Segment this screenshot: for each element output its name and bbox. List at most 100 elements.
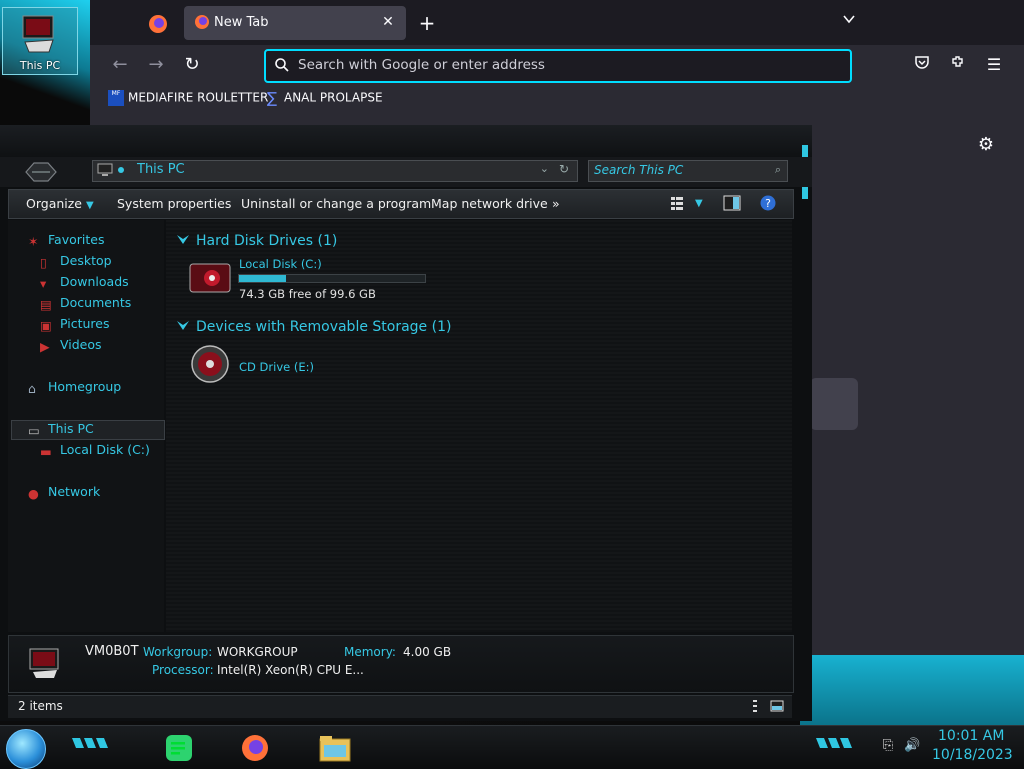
reload-icon[interactable]: ↻	[180, 53, 204, 77]
notepad-app-icon[interactable]	[160, 731, 198, 765]
nav-this-pc[interactable]: ▭ This PC	[28, 421, 94, 438]
breadcrumb-dot-icon	[118, 167, 124, 173]
help-icon[interactable]: ?	[759, 194, 777, 212]
address-box[interactable]: This PC ⌄ ↻	[92, 160, 578, 182]
nav-pictures[interactable]: ▣ Pictures	[40, 316, 110, 333]
computer-icon	[29, 648, 59, 678]
tab-strip: New Tab ✕ +	[90, 0, 1024, 45]
processor-label: Processor:	[152, 663, 214, 677]
mediafire-icon: MF	[108, 90, 124, 106]
downloads-icon: ▾	[40, 276, 47, 291]
large-icons-view-icon[interactable]	[770, 699, 784, 713]
content-pane: Hard Disk Drives (1) Local Disk (C:) 74.…	[166, 220, 792, 632]
more-commands-button[interactable]: »	[552, 196, 560, 211]
bookmark-mediafire[interactable]: MF MEDIAFIRE ROULETTER	[108, 90, 268, 108]
explorer-title-frame[interactable]	[0, 125, 812, 158]
nav-videos[interactable]: ▶ Videos	[40, 337, 102, 354]
breadcrumb: This PC	[137, 162, 185, 177]
preview-pane-icon[interactable]	[723, 194, 741, 212]
details-pane: VM0B0T Workgroup: WORKGROUP Memory: 4.00…	[8, 635, 794, 693]
file-explorer-taskbar-icon[interactable]	[316, 731, 354, 765]
address-bar-placeholder: Search with Google or enter address	[298, 57, 545, 73]
nav-homegroup[interactable]: ⌂ Homegroup	[28, 379, 121, 396]
star-icon: ✶	[28, 234, 39, 249]
nav-downloads[interactable]: ▾ Downloads	[40, 274, 129, 291]
chevron-down-icon	[177, 321, 189, 330]
start-button[interactable]	[6, 729, 46, 769]
map-network-drive-button[interactable]: Map network drive	[431, 196, 548, 211]
search-placeholder: Search This PC	[594, 163, 684, 177]
organize-button[interactable]: Organize ▼	[26, 196, 94, 211]
new-tab-button[interactable]: +	[416, 12, 438, 34]
nav-desktop[interactable]: ▯ Desktop	[40, 253, 112, 270]
view-options-icon[interactable]	[669, 194, 687, 212]
firefox-icon	[195, 15, 209, 29]
taskbar-decoration-icon	[816, 738, 852, 748]
computer-icon	[97, 163, 113, 176]
navigation-toolbar: ← → ↻ Search with Google or enter addres…	[90, 45, 1024, 85]
computer-icon: ▭	[28, 423, 40, 438]
chevron-down-icon[interactable]: ▼	[695, 198, 703, 209]
bookmark-sigma[interactable]: ∑ ANAL PROLAPSE	[264, 90, 383, 108]
item-count: 2 items	[18, 699, 63, 713]
search-input[interactable]: Search This PC ⌕	[588, 160, 788, 182]
details-view-icon[interactable]	[748, 699, 762, 713]
uninstall-program-button[interactable]: Uninstall or change a program	[241, 196, 431, 211]
pocket-icon[interactable]	[910, 53, 934, 77]
status-bar: 2 items	[8, 695, 792, 718]
shortcut-tile[interactable]	[810, 378, 858, 430]
drive-c-free-space: 74.3 GB free of 99.6 GB	[239, 287, 376, 301]
close-icon[interactable]: ✕	[378, 12, 398, 32]
bookmark-label: MEDIAFIRE ROULETTER	[128, 90, 269, 105]
desktop-icon: ▯	[40, 255, 47, 270]
explorer-logo-icon	[25, 162, 57, 182]
address-bar[interactable]: Search with Google or enter address	[264, 49, 852, 83]
clock-date[interactable]: 10/18/2023	[932, 747, 1013, 763]
desktop-icon-label: This PC	[19, 59, 61, 72]
hard-drive-icon	[189, 263, 231, 293]
group-hard-disk-drives[interactable]: Hard Disk Drives (1)	[176, 232, 337, 249]
clock-time[interactable]: 10:01 AM	[938, 728, 1004, 744]
network-icon: ●	[28, 486, 39, 501]
nav-network[interactable]: ● Network	[28, 484, 100, 501]
search-icon: ⌕	[774, 163, 781, 176]
nav-local-disk[interactable]: ▬ Local Disk (C:)	[40, 442, 150, 459]
drive-icon: ▬	[40, 444, 52, 459]
group-removable-storage[interactable]: Devices with Removable Storage (1)	[176, 318, 451, 335]
firefox-icon[interactable]	[144, 10, 172, 38]
extensions-icon[interactable]	[946, 53, 970, 77]
forward-arrow-icon[interactable]: →	[144, 53, 168, 77]
gear-icon[interactable]: ⚙	[976, 135, 996, 155]
memory-label: Memory:	[344, 645, 396, 659]
search-icon	[275, 58, 289, 72]
nav-documents[interactable]: ▤ Documents	[40, 295, 131, 312]
navigation-pane: ✶ Favorites ▯ Desktop ▾ Downloads ▤ Document…	[8, 220, 165, 632]
drive-c-name[interactable]: Local Disk (C:)	[239, 257, 322, 271]
menu-icon[interactable]: ☰	[982, 53, 1006, 77]
chevron-down-icon: ▼	[85, 200, 94, 211]
drive-e-name[interactable]: CD Drive (E:)	[239, 360, 314, 374]
desktop-icon-this-pc[interactable]: This PC	[2, 7, 78, 75]
chevron-down-icon[interactable]	[842, 12, 862, 32]
sigma-icon: ∑	[266, 89, 278, 107]
desktop-wallpaper-accent-bottom	[800, 650, 1024, 730]
nav-favorites[interactable]: ✶ Favorites	[28, 232, 104, 249]
homegroup-icon: ⌂	[28, 381, 36, 396]
tab-new-tab[interactable]: New Tab ✕	[184, 6, 406, 40]
tab-title: New Tab	[214, 15, 269, 30]
bookmark-label: ANAL PROLAPSE	[284, 90, 383, 105]
refresh-icon[interactable]: ↻	[559, 162, 569, 176]
system-properties-button[interactable]: System properties	[117, 196, 231, 211]
firefox-taskbar-icon[interactable]	[236, 731, 274, 765]
volume-icon[interactable]: 🔊	[904, 738, 920, 754]
network-tray-icon[interactable]: ⎘	[880, 738, 896, 754]
back-arrow-icon[interactable]: ←	[108, 53, 132, 77]
chevron-down-icon	[177, 235, 189, 244]
window-frame-accent	[802, 145, 808, 199]
computer-name: VM0B0T	[85, 644, 139, 659]
chevron-down-icon[interactable]: ⌄	[540, 162, 549, 175]
svg-text:?: ?	[765, 197, 771, 210]
drive-c-usage-bar	[238, 274, 426, 283]
workgroup-label: Workgroup:	[143, 645, 213, 659]
explorer-window: This PC ⌄ ↻ Search This PC ⌕ Organize ▼ …	[0, 125, 812, 721]
